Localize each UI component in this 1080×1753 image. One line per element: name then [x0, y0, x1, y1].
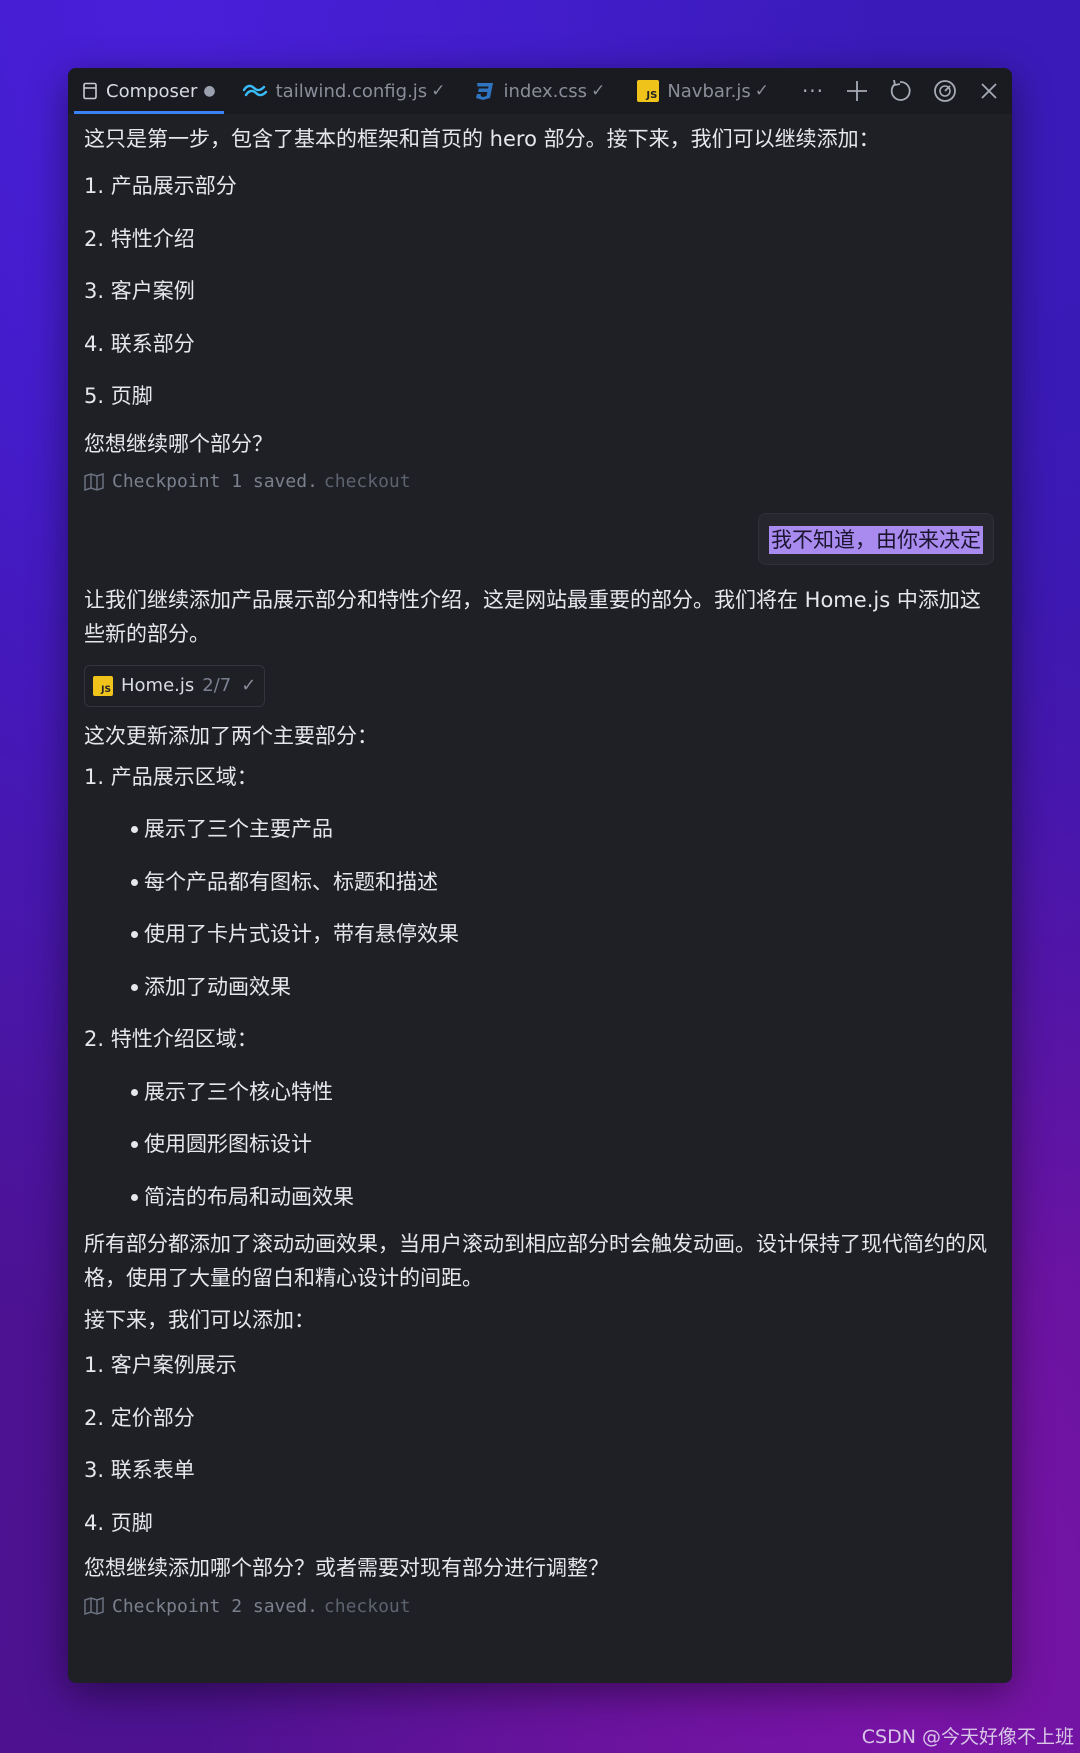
checkpoint-2: Checkpoint 2 saved. checkout — [84, 1585, 996, 1627]
plus-icon[interactable] — [842, 76, 872, 106]
assistant-question: 您想继续哪个部分？ — [84, 431, 273, 456]
check-icon: ✓ — [241, 675, 257, 696]
check-icon: ✓ — [754, 81, 770, 101]
section-title: 2. 特性介绍区域： — [84, 1027, 258, 1051]
css3-icon — [473, 80, 495, 102]
list-item: 4. 页脚 — [84, 1510, 153, 1535]
more-icon[interactable]: ··· — [798, 76, 828, 106]
list-item: 3. 联系表单 — [84, 1458, 195, 1482]
file-chip-home-js[interactable]: JS Home.js 2/7 ✓ — [84, 664, 266, 707]
assistant-reply: 让我们继续添加产品展示部分和特性介绍，这是网站最重要的部分。我们将在 Home.… — [84, 587, 981, 646]
list-item: 添加了动画效果 — [84, 961, 996, 1014]
list-item: 展示了三个主要产品 — [84, 803, 996, 856]
file-change-count: 2/7 — [202, 675, 232, 696]
tab-bar: Composer ● tailwind.config.js ✓ index.cs… — [68, 68, 1012, 114]
tab-label: tailwind.config.js — [275, 80, 428, 102]
next-intro: 接下来，我们可以添加： — [84, 1308, 315, 1332]
js-icon: JS — [93, 675, 113, 696]
checkpoint-1: Checkpoint 1 saved. checkout — [84, 461, 996, 503]
composer-window: Composer ● tailwind.config.js ✓ index.cs… — [68, 68, 1012, 1683]
list-item: 展示了三个核心特性 — [84, 1066, 996, 1119]
list-item: 1. 产品展示部分 — [84, 174, 237, 198]
tab-label: index.css — [503, 80, 588, 102]
list-item: 2. 特性介绍 — [84, 226, 195, 251]
assistant-message-intro: 这只是第一步，包含了基本的框架和首页的 hero 部分。接下来，我们可以继续添加… — [84, 127, 880, 151]
tab-label: Navbar.js — [667, 80, 751, 102]
gauge-icon[interactable] — [930, 76, 960, 106]
toolbar: ··· — [798, 68, 1004, 114]
update-intro: 这次更新添加了两个主要部分： — [84, 723, 378, 748]
map-icon — [84, 472, 104, 491]
assistant-question: 您想继续添加哪个部分？或者需要对现有部分进行调整？ — [84, 1556, 609, 1580]
checkout-link[interactable]: checkout — [324, 1596, 411, 1617]
refresh-icon[interactable] — [886, 76, 916, 106]
list-item: 1. 客户案例展示 — [84, 1353, 237, 1377]
summary-text: 所有部分都添加了滚动动画效果，当用户滚动到相应部分时会触发动画。设计保持了现代简… — [84, 1232, 987, 1290]
modified-dot-icon: ● — [203, 83, 216, 99]
list-item: 每个产品都有图标、标题和描述 — [84, 856, 996, 909]
list-item: 3. 客户案例 — [84, 279, 195, 303]
tab-label: Composer — [106, 80, 198, 102]
user-message-bubble: 我不知道，由你来决定 — [758, 512, 994, 565]
file-name: Home.js — [121, 675, 195, 696]
composer-icon — [82, 82, 98, 100]
user-message-row: 我不知道，由你来决定 — [84, 503, 996, 575]
list-item: 简洁的布局和动画效果 — [84, 1171, 996, 1224]
chat-content: 这只是第一步，包含了基本的框架和首页的 hero 部分。接下来，我们可以继续添加… — [68, 114, 1012, 1627]
close-icon[interactable] — [974, 76, 1004, 106]
user-message-text: 我不知道，由你来决定 — [769, 525, 983, 554]
tab-index-css[interactable]: index.css ✓ — [465, 68, 613, 114]
list-item: 使用了卡片式设计，带有悬停效果 — [84, 908, 996, 961]
tab-composer[interactable]: Composer ● — [74, 68, 224, 114]
tailwind-icon — [242, 83, 268, 99]
map-icon — [84, 1597, 104, 1615]
checkpoint-text: Checkpoint 2 saved. — [112, 1595, 318, 1617]
next-steps-list: 1. 产品展示部分 2. 特性介绍 3. 客户案例 4. 联系部分 5. 页脚 — [84, 160, 996, 423]
list-item: 使用圆形图标设计 — [84, 1118, 996, 1171]
check-icon: ✓ — [431, 81, 446, 101]
js-icon: JS — [637, 80, 660, 102]
check-icon: ✓ — [591, 81, 606, 101]
list-item: 4. 联系部分 — [84, 331, 195, 356]
tab-tailwind-config[interactable]: tailwind.config.js ✓ — [234, 68, 454, 114]
watermark: CSDN @今天好像不上班 — [861, 1726, 1074, 1748]
checkout-link[interactable]: checkout — [324, 471, 411, 492]
tab-navbar-js[interactable]: JS Navbar.js ✓ — [629, 68, 777, 114]
next-list: 1. 客户案例展示 2. 定价部分 3. 联系表单 4. 页脚 — [84, 1339, 996, 1549]
section-title: 1. 产品展示区域： — [84, 764, 258, 789]
list-item: 5. 页脚 — [84, 384, 153, 408]
list-item: 2. 定价部分 — [84, 1405, 195, 1430]
checkpoint-text: Checkpoint 1 saved. — [112, 471, 318, 492]
